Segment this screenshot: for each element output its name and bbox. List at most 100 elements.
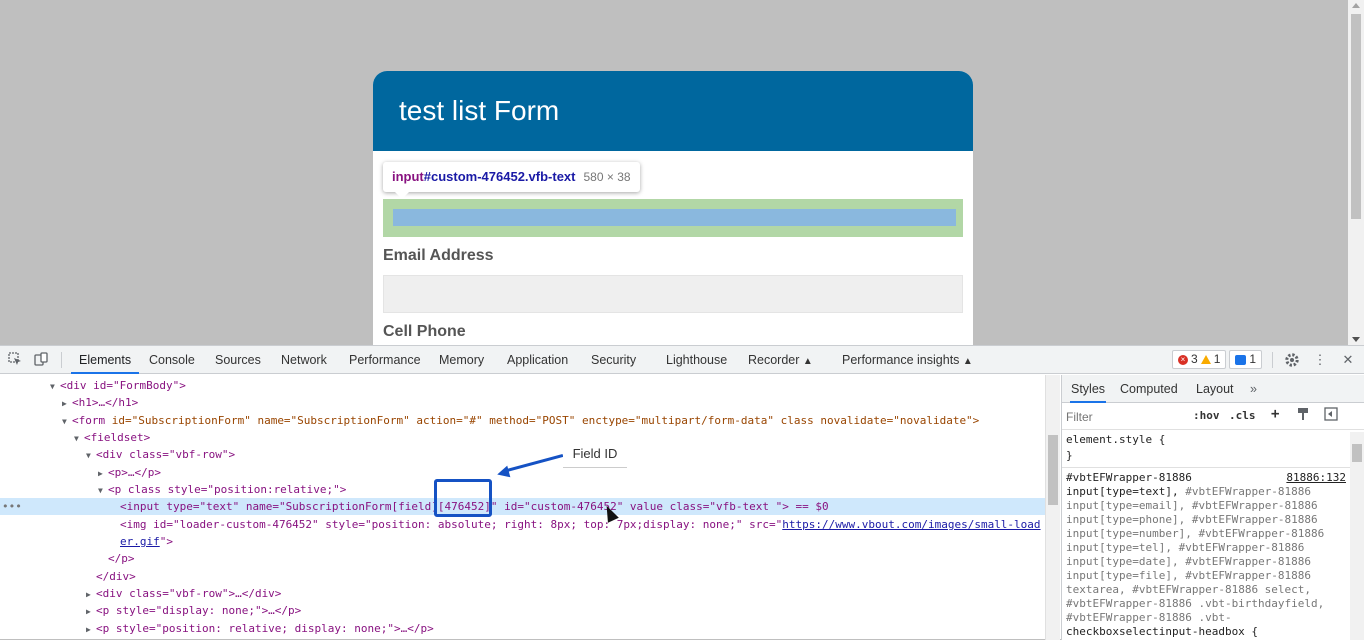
dom-node-h1[interactable]: ▶ <h1>…</h1> xyxy=(0,394,1045,411)
scroll-thumb[interactable] xyxy=(1048,435,1058,505)
dom-tree-scrollbar[interactable] xyxy=(1045,375,1060,640)
expanded-triangle-icon[interactable]: ▼ xyxy=(62,413,72,430)
tab-elements[interactable]: Elements xyxy=(71,346,140,374)
collapsed-triangle-icon[interactable]: ▶ xyxy=(86,621,96,638)
tab-performance[interactable]: Performance xyxy=(349,346,421,374)
element-style-rule[interactable]: element.style { } xyxy=(1062,430,1364,464)
dom-node-formbody[interactable]: ▼ <div id="FormBody"> xyxy=(0,377,1045,394)
devtools-tabbar: Elements Console Sources Network Perform… xyxy=(0,346,1364,374)
scroll-thumb[interactable] xyxy=(1352,444,1362,462)
expanded-triangle-icon[interactable]: ▼ xyxy=(50,378,60,395)
dom-node-vbf-row[interactable]: ▼ <div class="vbf-row"> xyxy=(0,446,1045,463)
rule-selector-line: input[type=text], #vbtEFWrapper-81886 xyxy=(1062,485,1364,499)
node-ellipsis[interactable]: ••• xyxy=(2,498,22,515)
dom-node-vbf-row-2[interactable]: ▶ <div class="vbf-row">…</div> xyxy=(0,585,1045,602)
scroll-thumb[interactable] xyxy=(1351,14,1361,219)
input-content-highlight xyxy=(393,209,956,226)
styles-scrollbar[interactable] xyxy=(1350,432,1364,640)
selector-part: #vbtEFWrapper-81886 xyxy=(1185,485,1312,498)
tab-sources[interactable]: Sources xyxy=(215,346,261,374)
tab-memory[interactable]: Memory xyxy=(439,346,484,374)
rule-selector-line: input[type=number], #vbtEFWrapper-81886 xyxy=(1062,527,1364,541)
tab-recorder[interactable]: Recorder ▲ xyxy=(748,346,813,374)
styles-filter-input[interactable] xyxy=(1066,407,1184,426)
rule-selector-line: #vbtEFWrapper-81886 .vbt-birthdayfield, xyxy=(1062,597,1364,611)
collapsed-triangle-icon[interactable]: ▶ xyxy=(98,465,108,482)
dom-node-input-selected[interactable]: ••• <input type="text" name="Subscription… xyxy=(0,498,1045,515)
dom-src-link[interactable]: er.gif xyxy=(120,535,160,548)
tab-network[interactable]: Network xyxy=(281,346,327,374)
tab-security[interactable]: Security xyxy=(591,346,636,374)
dom-node-text: <p style="position: relative; display: n… xyxy=(96,622,434,635)
toggle-sidebar-icon[interactable] xyxy=(1324,407,1338,424)
expanded-triangle-icon[interactable]: ▼ xyxy=(98,482,108,499)
selector-part: #vbtEFWrapper-81886 .vbt-birthdayfield, xyxy=(1066,597,1325,610)
selector-part: #vbtEFWrapper-81886 xyxy=(1185,555,1312,568)
expanded-triangle-icon[interactable]: ▼ xyxy=(86,447,96,464)
css-rule[interactable]: #vbtEFWrapper-81886 81886:132 input[type… xyxy=(1062,467,1364,639)
selector-part: input[type=number], xyxy=(1066,527,1199,540)
selector-part: #vbtEFWrapper-81886 xyxy=(1178,541,1305,554)
dom-node-img[interactable]: <img id="loader-custom-476452" style="po… xyxy=(0,516,1045,533)
settings-gear-icon[interactable] xyxy=(1284,352,1300,368)
rule-selector-line: checkboxselectinput-headbox { xyxy=(1062,625,1364,639)
inspect-element-icon[interactable] xyxy=(7,352,23,368)
dom-node-text: </div> xyxy=(96,570,136,583)
more-tabs-icon[interactable]: » xyxy=(1250,375,1257,403)
selected-text-input[interactable] xyxy=(383,199,963,237)
tab-computed[interactable]: Computed xyxy=(1120,375,1178,403)
collapsed-triangle-icon[interactable]: ▶ xyxy=(86,603,96,620)
tab-layout[interactable]: Layout xyxy=(1196,375,1234,403)
dom-tree[interactable]: ▼ <div id="FormBody"> ▶ <h1>…</h1> ▼ <form … xyxy=(0,375,1045,640)
dom-node-text: <h1>…</h1> xyxy=(72,396,139,409)
dom-node-text: <div id="FormBody"> xyxy=(60,379,186,392)
rule-selector-text: #vbtEFWrapper-81886 xyxy=(1066,471,1192,484)
issue-badges[interactable]: × 3 1 1 xyxy=(1172,350,1263,370)
dom-node-form[interactable]: ▼ <form id="SubscriptionForm" name="Subsc… xyxy=(0,412,1045,429)
tab-application[interactable]: Application xyxy=(507,346,568,374)
rule-selector-line: input[type=file], #vbtEFWrapper-81886 xyxy=(1062,569,1364,583)
selector-part: input[type=phone], xyxy=(1066,513,1192,526)
rule-selector-line: input[type=phone], #vbtEFWrapper-81886 xyxy=(1062,513,1364,527)
messages-badge[interactable]: 1 xyxy=(1229,350,1263,369)
tab-styles[interactable]: Styles xyxy=(1070,375,1107,403)
paint-brush-icon[interactable] xyxy=(1296,407,1310,424)
field-id-highlight-box xyxy=(434,479,492,517)
email-field[interactable] xyxy=(383,275,963,313)
dom-src-link[interactable]: https://www.vbout.com/images/small-load xyxy=(782,518,1040,531)
close-devtools-icon[interactable]: ✕ xyxy=(1340,352,1356,368)
collapsed-triangle-icon[interactable]: ▶ xyxy=(86,586,96,603)
selector-part: input[type=email], xyxy=(1066,499,1192,512)
tooltip-selector: #custom-476452.vfb-text xyxy=(423,169,576,184)
rule-source-link[interactable]: 81886:132 xyxy=(1286,471,1346,484)
rule-selector-line: input[type=email], #vbtEFWrapper-81886 xyxy=(1062,499,1364,513)
dom-node-div-close[interactable]: </div> xyxy=(0,568,1045,585)
scroll-down-arrow-icon[interactable] xyxy=(1352,337,1360,342)
dom-node-p-hidden[interactable]: ▶ <p style="display: none;">…</p> xyxy=(0,602,1045,619)
styles-pane: Styles Computed Layout » :hov .cls + ele… xyxy=(1061,375,1364,640)
error-count: 3 xyxy=(1191,352,1198,366)
selector-part: #vbtEFWrapper-81886 xyxy=(1185,569,1312,582)
new-rule-icon[interactable]: + xyxy=(1271,406,1279,422)
tab-lighthouse[interactable]: Lighthouse xyxy=(666,346,727,374)
page-scrollbar[interactable] xyxy=(1348,0,1364,345)
hov-toggle[interactable]: :hov xyxy=(1193,409,1220,422)
error-warning-badge[interactable]: × 3 1 xyxy=(1172,350,1227,369)
inspect-tooltip: input#custom-476452.vfb-text 580 × 38 xyxy=(383,162,640,199)
dom-node-fieldset[interactable]: ▼ <fieldset> xyxy=(0,429,1045,446)
device-toolbar-icon[interactable] xyxy=(33,352,49,368)
warning-icon xyxy=(1200,355,1211,364)
cls-toggle[interactable]: .cls xyxy=(1229,409,1256,422)
expanded-triangle-icon[interactable]: ▼ xyxy=(74,430,84,447)
form-card: test list Form Email Address Cell Phone xyxy=(373,71,973,345)
collapsed-triangle-icon[interactable]: ▶ xyxy=(62,395,72,412)
dom-node-p-relative[interactable]: ▼ <p class style="position:relative;"> xyxy=(0,481,1045,498)
dom-node-img-cont: er.gif"> xyxy=(0,533,1045,550)
flask-icon: ▲ xyxy=(962,356,973,367)
dom-node-p-close[interactable]: </p> xyxy=(0,550,1045,567)
scroll-up-arrow-icon[interactable] xyxy=(1352,3,1360,8)
more-options-icon[interactable]: ⋮ xyxy=(1312,352,1328,368)
tab-performance-insights[interactable]: Performance insights ▲ xyxy=(842,346,973,374)
tab-console[interactable]: Console xyxy=(149,346,195,374)
dom-node-p-relative-hidden[interactable]: ▶ <p style="position: relative; display: … xyxy=(0,620,1045,637)
